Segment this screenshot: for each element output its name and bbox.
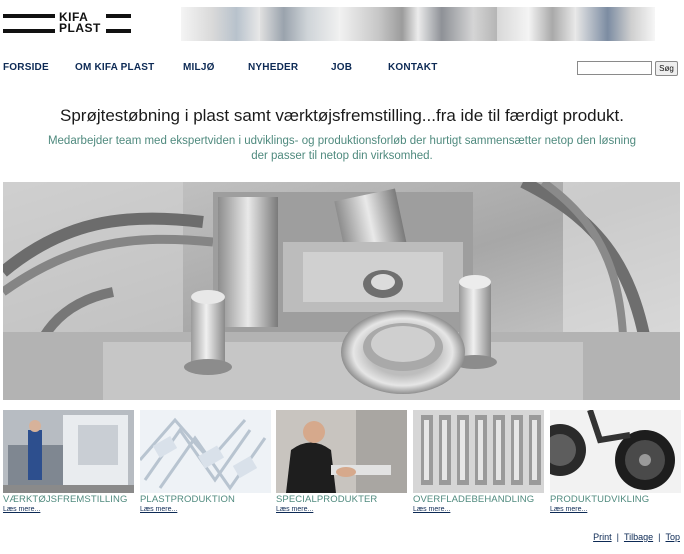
nav-om-kifa-plast[interactable]: OM KIFA PLAST bbox=[75, 62, 154, 73]
header: KIFA PLAST bbox=[0, 0, 684, 50]
thumb-image-vaerktojsfremstilling[interactable] bbox=[3, 410, 134, 493]
read-more-link[interactable]: Læs mere... bbox=[140, 506, 177, 513]
hero-image bbox=[3, 182, 680, 400]
page-subline: Medarbejder team med ekspertviden i udvi… bbox=[47, 135, 637, 162]
logo-bar-top bbox=[3, 14, 55, 18]
thumb-image-overfladebehandling[interactable] bbox=[413, 410, 544, 493]
back-link[interactable]: Tilbage bbox=[624, 532, 653, 542]
read-more-link[interactable]: Læs mere... bbox=[276, 506, 313, 513]
search-input[interactable] bbox=[577, 61, 652, 75]
header-banner-image bbox=[181, 7, 655, 41]
top-link[interactable]: Top bbox=[665, 532, 680, 542]
footer-links: Print | Tilbage | Top bbox=[593, 532, 680, 542]
read-more-link[interactable]: Læs mere... bbox=[550, 506, 587, 513]
thumb-label[interactable]: PRODUKTUDVIKLING bbox=[550, 494, 649, 505]
product-thumbnails: VÆRKTØJSFREMSTILLING Læs mere... PLASTPR… bbox=[3, 410, 684, 520]
read-more-link[interactable]: Læs mere... bbox=[3, 506, 40, 513]
nav-nyheder[interactable]: NYHEDER bbox=[248, 62, 298, 73]
thumb-label[interactable]: OVERFLADEBEHANDLING bbox=[413, 494, 534, 505]
nav-job[interactable]: JOB bbox=[331, 62, 352, 73]
kifa-plast-logo[interactable]: KIFA PLAST bbox=[3, 11, 131, 36]
read-more-link[interactable]: Læs mere... bbox=[413, 506, 450, 513]
page-headline: Sprøjtestøbning i plast samt værktøjsfre… bbox=[59, 106, 624, 125]
footer-separator: | bbox=[616, 532, 619, 542]
thumb-image-plastproduktion[interactable] bbox=[140, 410, 271, 493]
hero-illustration bbox=[3, 182, 680, 400]
print-link[interactable]: Print bbox=[593, 532, 612, 542]
thumb-image-specialprodukter[interactable] bbox=[276, 410, 407, 493]
thumb-plastproduktion[interactable]: PLASTPRODUKTION Læs mere... bbox=[140, 410, 271, 520]
thumb-label[interactable]: PLASTPRODUKTION bbox=[140, 494, 235, 505]
nav-kontakt[interactable]: KONTAKT bbox=[388, 62, 438, 73]
nav-forside[interactable]: FORSIDE bbox=[3, 62, 49, 73]
search-button[interactable]: Søg bbox=[655, 61, 678, 76]
thumb-overfladebehandling[interactable]: OVERFLADEBEHANDLING Læs mere... bbox=[413, 410, 544, 520]
thumb-produktudvikling[interactable]: PRODUKTUDVIKLING Læs mere... bbox=[550, 410, 681, 520]
nav-miljo[interactable]: MILJØ bbox=[183, 62, 215, 73]
logo-text-plast: PLAST bbox=[59, 21, 101, 35]
thumb-label[interactable]: SPECIALPRODUKTER bbox=[276, 494, 377, 505]
thumb-vaerktojsfremstilling[interactable]: VÆRKTØJSFREMSTILLING Læs mere... bbox=[3, 410, 134, 520]
thumb-label[interactable]: VÆRKTØJSFREMSTILLING bbox=[3, 494, 127, 505]
footer-separator: | bbox=[658, 532, 661, 542]
logo-bar-bottom bbox=[3, 29, 55, 33]
thumb-specialprodukter[interactable]: SPECIALPRODUKTER Læs mere... bbox=[276, 410, 407, 520]
thumb-image-produktudvikling[interactable] bbox=[550, 410, 681, 493]
